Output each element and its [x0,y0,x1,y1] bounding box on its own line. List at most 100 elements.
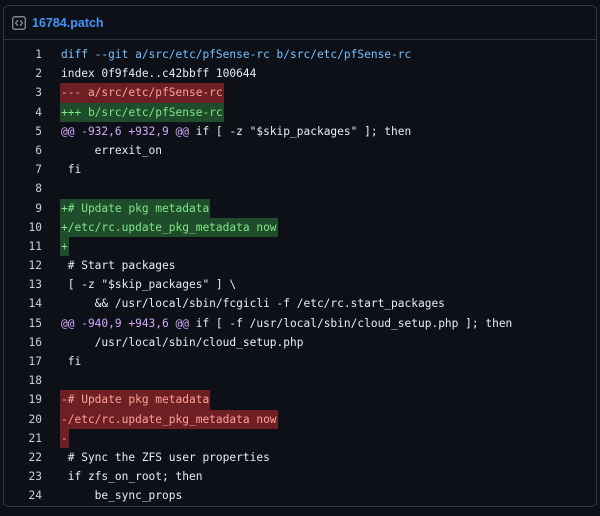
line-number[interactable]: 14 [4,294,42,313]
line-content: [ -z "$skip_packages" ] \ [60,275,237,294]
line-content: +/etc/rc.update_pkg_metadata now [60,217,278,237]
code-line: 5 @@ -932,6 +932,9 @@ if [ -z "$skip_pack… [4,122,596,141]
code-line: 11 + [4,236,596,257]
code-line: 18 [4,371,596,390]
diff-header-text: diff --git a/src/etc/pfSense-rc b/src/et… [61,48,412,61]
line-number[interactable]: 21 [4,429,42,448]
file-header: 16784.patch [4,6,596,40]
line-content: fi [60,160,82,179]
context-text: # Start packages [61,259,176,273]
line-content: @@ -940,9 +943,6 @@ if [ -f /usr/local/s… [60,314,513,333]
code-line: 6 errexit_on [4,141,596,160]
context-text: if zfs_on_root; then [61,470,203,484]
code-line: 3 --- a/src/etc/pfSense-rc [4,83,596,103]
line-number[interactable]: 6 [4,141,42,160]
added-text: +++ b/src/etc/pfSense-rc [60,102,224,122]
line-content: if zfs_on_root; then [60,467,203,486]
added-text: +/etc/rc.update_pkg_metadata now [60,217,278,237]
code-line: 13 [ -z "$skip_packages" ] \ [4,275,596,294]
line-content: index 0f9f4de..c42bbff 100644 [60,64,257,83]
file-name-link[interactable]: 16784.patch [32,16,104,30]
line-number[interactable]: 9 [4,199,42,218]
removed-text: - [60,428,69,448]
code-line: 9 +# Update pkg metadata [4,198,596,218]
context-text: && /usr/local/sbin/fcgicli -f /etc/rc.st… [61,297,445,311]
line-content: --- a/src/etc/pfSense-rc [60,83,224,103]
line-content: && /usr/local/sbin/fcgicli -f /etc/rc.st… [60,294,446,313]
code-listing: 1 diff --git a/src/etc/pfSense-rc b/src/e… [4,45,596,506]
line-content: # Sync the ZFS user properties [60,448,271,467]
line-number[interactable]: 7 [4,160,42,179]
line-content: - [60,428,69,448]
line-number[interactable]: 4 [4,103,42,122]
line-number[interactable]: 19 [4,390,42,409]
line-content: -/etc/rc.update_pkg_metadata now [60,409,278,429]
line-content [60,371,69,390]
context-text: fi [61,163,82,177]
code-line: 2 index 0f9f4de..c42bbff 100644 [4,64,596,83]
line-number[interactable]: 18 [4,371,42,390]
code-file-icon [12,15,26,30]
line-number[interactable]: 3 [4,83,42,102]
hunk-range: @@ -940,9 +943,6 @@ [61,316,189,330]
line-number[interactable]: 23 [4,467,42,486]
line-content: + [60,236,69,257]
line-content: @@ -932,6 +932,9 @@ if [ -z "$skip_packa… [60,122,412,141]
context-text: # Sync the ZFS user properties [61,450,270,464]
line-content: # Start packages [60,256,177,275]
context-text [60,179,69,198]
line-content: +# Update pkg metadata [60,198,211,218]
line-content: /usr/local/sbin/cloud_setup.php [60,333,304,352]
context-text: /usr/local/sbin/cloud_setup.php [61,335,304,349]
code-line: 24 be_sync_props [4,486,596,505]
line-content: -# Update pkg metadata [60,390,211,410]
line-number[interactable]: 24 [4,486,42,505]
line-number[interactable]: 17 [4,352,42,371]
line-number[interactable]: 12 [4,256,42,275]
hunk-header: @@ -932,6 +932,9 @@ if [ -z "$skip_packa… [60,122,412,141]
code-line: 7 fi [4,160,596,179]
code-line: 12 # Start packages [4,256,596,275]
line-number[interactable]: 10 [4,218,42,237]
line-content: be_sync_props [60,486,183,505]
line-number[interactable]: 16 [4,333,42,352]
removed-text: -# Update pkg metadata [60,390,211,410]
line-number[interactable]: 13 [4,275,42,294]
added-text: + [60,236,69,257]
code-line: 22 # Sync the ZFS user properties [4,448,596,467]
context-text: [ -z "$skip_packages" ] \ [61,278,237,292]
hunk-context: if [ -f /usr/local/sbin/cloud_setup.php … [188,316,513,330]
context-text [60,371,69,390]
context-text: be_sync_props [61,489,183,503]
line-content: +++ b/src/etc/pfSense-rc [60,102,224,122]
code-line: 15 @@ -940,9 +943,6 @@ if [ -f /usr/local… [4,314,596,333]
line-number[interactable]: 5 [4,122,42,141]
context-text: errexit_on [61,143,163,157]
code-line: 8 [4,179,596,198]
line-content: errexit_on [60,141,163,160]
line-number[interactable]: 22 [4,448,42,467]
code-line: 4 +++ b/src/etc/pfSense-rc [4,102,596,122]
line-number[interactable]: 15 [4,314,42,333]
line-number[interactable]: 1 [4,45,42,64]
line-number[interactable]: 20 [4,410,42,429]
code-line: 1 diff --git a/src/etc/pfSense-rc b/src/e… [4,45,596,64]
hunk-context: if [ -z "$skip_packages" ]; then [188,124,412,138]
code-line: 23 if zfs_on_root; then [4,467,596,486]
line-content [60,179,69,198]
code-line: 16 /usr/local/sbin/cloud_setup.php [4,333,596,352]
code-line: 17 fi [4,352,596,371]
code-line: 20 -/etc/rc.update_pkg_metadata now [4,409,596,429]
line-content: fi [60,352,82,371]
code-line: 14 && /usr/local/sbin/fcgicli -f /etc/rc… [4,294,596,313]
removed-text: --- a/src/etc/pfSense-rc [60,83,224,103]
line-number[interactable]: 11 [4,237,42,256]
code-line: 21- [4,428,596,448]
code-line: 19 -# Update pkg metadata [4,390,596,410]
hunk-header: @@ -940,9 +943,6 @@ if [ -f /usr/local/s… [60,314,513,333]
line-number[interactable]: 8 [4,179,42,198]
hunk-range: @@ -932,6 +932,9 @@ [61,124,189,138]
removed-text: -/etc/rc.update_pkg_metadata now [60,409,278,429]
line-content: diff --git a/src/etc/pfSense-rc b/src/et… [60,45,412,64]
line-number[interactable]: 2 [4,64,42,83]
